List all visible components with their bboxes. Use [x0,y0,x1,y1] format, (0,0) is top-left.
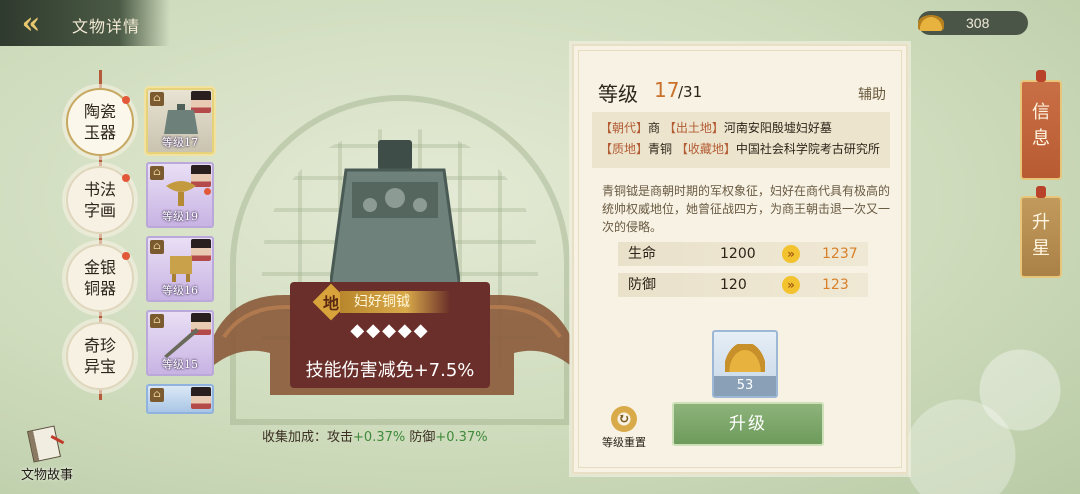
bronze-relic-icon [166,181,196,206]
tab-label: 信息 [1032,102,1050,149]
item-card[interactable]: ⌂ 等级16 [146,236,214,302]
level-reset-button[interactable]: ↻ 等级重置 [596,406,652,450]
knot-icon [1036,186,1046,198]
notification-dot [122,174,130,182]
reset-label: 等级重置 [602,436,646,449]
artifact-skill: 技能伤害减免+7.5% [305,360,475,381]
arrow-right-icon: » [782,276,800,294]
category-label: 书法字画 [83,180,116,220]
category-gold-silver-bronze[interactable]: 金银铜器 [66,244,134,312]
artifact-description: 青铜钺是商朝时期的军权象征，妇好在商代具有极高的统帅权威地位，她曾征战四方，为商… [602,184,891,234]
artifact-name: 妇好铜钺 [340,291,450,313]
item-card[interactable]: ⌂ 等级15 [146,310,214,376]
character-portrait [191,387,211,409]
bronze-axe-artifact [330,140,460,295]
item-level: 等级15 [162,358,198,371]
notification-dot [122,252,130,260]
item-card[interactable]: ⌂ 等级19 [146,162,214,228]
currency-amount: 308 [966,15,990,31]
tab-info[interactable]: 信息 [1020,70,1062,180]
axe-relic-icon [164,104,198,134]
ore-icon [725,344,765,372]
level-max: /31 [678,83,703,101]
category-label: 金银铜器 [83,258,116,298]
artifact-stars: ◆◆◆◆◆ [350,320,430,341]
shrine-icon: ⌂ [150,388,164,402]
top-bar: « 文物详情 [0,0,170,46]
artifact-story-button[interactable]: 文物故事 [14,425,80,484]
category-label: 奇珍异宝 [83,336,116,376]
book-icon [26,425,62,463]
item-card[interactable]: ⌂ [146,384,214,414]
reset-icon: ↻ [611,406,637,432]
arrow-right-icon: » [782,245,800,263]
stat-row-defense: 防御 120 » 123 [618,273,868,297]
tab-label: 升星 [1032,212,1050,259]
knot-icon [1036,70,1046,82]
back-button[interactable]: « [14,5,48,41]
role-label: 辅助 [858,87,886,103]
notification-dot [204,188,211,195]
artifact-nameplate: 地 妇好铜钺 ◆◆◆◆◆ 技能伤害减免+7.5% [290,282,490,388]
item-level: 等级16 [162,284,198,297]
category-ceramics-jade[interactable]: 陶瓷玉器 [66,88,134,156]
collection-bonus: 收集加成：攻击+0.37% 防御+0.37% [262,430,488,445]
info-panel: 等级 17 /31 辅助 【朝代】商 【出土地】河南安阳殷墟妇好墓 【质地】青铜… [572,44,908,474]
material-count: 53 [714,376,776,396]
category-calligraphy-painting[interactable]: 书法字画 [66,166,134,234]
scroll-relic-icon [164,328,199,358]
upgrade-button[interactable]: 升级 [672,402,824,446]
category-label: 陶瓷玉器 [83,102,116,142]
notification-dot [122,96,130,104]
story-label: 文物故事 [20,468,73,483]
item-level: 等级19 [162,210,198,223]
level-current: 17 [654,78,680,102]
page-title: 文物详情 [72,17,141,36]
chevron-left-icon: « [21,5,41,41]
stat-row-hp: 生命 1200 » 1237 [618,242,868,266]
vessel-relic-icon [170,256,192,282]
currency-display: 308 [918,11,1028,35]
artifact-metadata: 【朝代】商 【出土地】河南安阳殷墟妇好墓 【质地】青铜 【收藏地】中国社会科学院… [592,112,890,168]
tab-star-up[interactable]: 升星 [1020,186,1062,278]
item-card[interactable]: ⌂ 等级17 [146,88,214,154]
item-level: 等级17 [162,136,198,149]
category-rare-treasures[interactable]: 奇珍异宝 [66,322,134,390]
upgrade-material-slot[interactable]: 53 [712,330,778,398]
level-label: 等级 [598,82,638,106]
ore-icon [918,15,944,31]
